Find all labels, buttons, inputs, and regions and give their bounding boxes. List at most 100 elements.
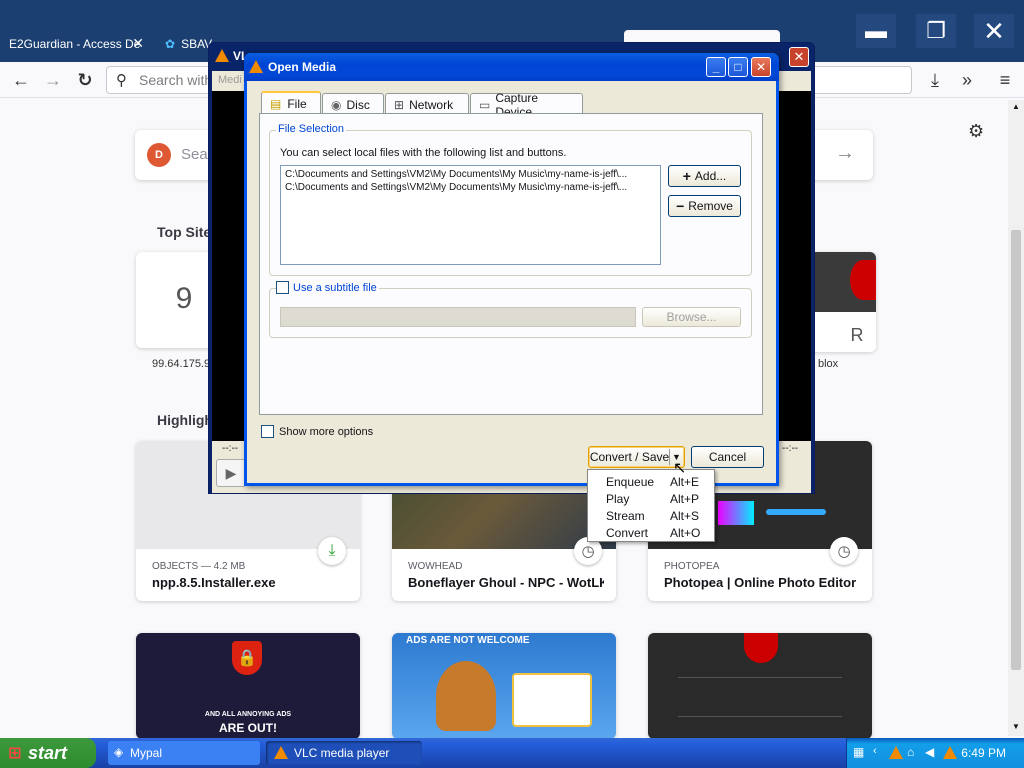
maximize-icon[interactable]: □ (728, 57, 748, 77)
tab-label: Network (409, 97, 454, 112)
menu-item-shortcut: Alt+S (670, 508, 700, 523)
subtitle-group: Use a subtitle file Browse... (269, 281, 752, 338)
minus-icon: − (676, 198, 685, 214)
vlc-cone-icon (274, 746, 288, 759)
start-label: start (28, 742, 68, 763)
tab-file[interactable]: ▤ File (261, 91, 321, 115)
network-tray-icon[interactable]: ⌂ (907, 745, 914, 759)
convert-save-label: Convert / Save (589, 450, 670, 464)
menu-item-label: Convert (606, 525, 649, 540)
menu-item-shortcut: Alt+P (670, 491, 700, 506)
lock-shield-icon: 🔒 (232, 641, 262, 675)
scroll-down-icon[interactable]: ▼ (1012, 722, 1020, 731)
vlc-time-elapsed: --:-- (222, 443, 239, 454)
add-button[interactable]: + Add... (668, 165, 741, 187)
menu-item-stream[interactable]: Stream Alt+S (590, 507, 712, 524)
windows-logo-icon: ⊞ (8, 745, 22, 762)
menu-item-convert[interactable]: Convert Alt+O (590, 524, 712, 541)
card-title: ARE OUT! (219, 721, 277, 735)
subtitle-checkbox[interactable] (276, 281, 289, 294)
cancel-button[interactable]: Cancel (691, 446, 764, 468)
list-item[interactable]: C:\Documents and Settings\VM2\My Documen… (285, 181, 656, 194)
remove-label: Remove (688, 199, 733, 213)
show-more-checkbox[interactable] (261, 425, 274, 438)
overflow-icon[interactable]: » (954, 68, 980, 92)
card-text-block (678, 677, 842, 717)
top-site-letter: R (838, 318, 876, 352)
subtitle-path-field (280, 307, 636, 327)
subtitle-checkbox-row[interactable]: Use a subtitle file (276, 281, 379, 294)
minimize-icon[interactable]: ▬ (856, 14, 896, 48)
menu-item-enqueue[interactable]: Enqueue Alt+E (590, 473, 712, 490)
dialog-titlebar[interactable]: Open Media _ □ ✕ (244, 53, 779, 81)
duckduckgo-icon: D (147, 143, 171, 167)
bottom-card[interactable] (648, 633, 872, 739)
taskbar-item-active[interactable]: VLC media player (266, 741, 422, 765)
file-selection-hint: You can select local files with the foll… (280, 147, 567, 159)
convert-save-button[interactable]: Convert / Save ▼ (588, 446, 685, 468)
subtitle-label: Use a subtitle file (293, 281, 377, 294)
chevron-left-icon[interactable]: ‹ (873, 745, 877, 757)
tab-label: Disc (346, 97, 370, 112)
highlight-title: npp.8.5.Installer.exe (152, 575, 276, 590)
file-icon: ▤ (270, 97, 282, 111)
vlc-tray-icon[interactable] (889, 746, 903, 759)
url-placeholder: Search with (139, 72, 213, 88)
browser-tab[interactable]: E2Guardian - Access De ✕ (0, 30, 152, 58)
menu-icon[interactable]: ≡ (992, 68, 1018, 92)
vlc-media-menu[interactable]: Medi (218, 74, 242, 86)
tab-disc[interactable]: ◉ Disc (322, 93, 384, 115)
search-arrow-icon[interactable]: → (835, 142, 855, 165)
add-label: Add... (694, 169, 727, 183)
forward-icon[interactable]: → (40, 68, 66, 92)
close-icon[interactable]: ✕ (751, 57, 771, 77)
vlc-close-icon[interactable]: ✕ (789, 47, 809, 67)
show-more-row[interactable]: Show more options (261, 425, 373, 438)
bottom-card[interactable]: ADS ARE NOT WELCOME (392, 633, 616, 739)
bottom-card[interactable]: 🔒 AND ALL ANNOYING ADS ARE OUT! (136, 633, 360, 739)
restore-icon[interactable]: ❐ (916, 14, 956, 48)
taskbar-item[interactable]: ◈ Mypal (108, 741, 260, 765)
download-icon[interactable]: ⤓ (922, 68, 948, 92)
play-icon[interactable]: ▶ (216, 459, 246, 487)
list-item[interactable]: C:\Documents and Settings\VM2\My Documen… (285, 168, 656, 181)
tab-capture-device[interactable]: ▭ Capture Device (470, 91, 583, 119)
start-button[interactable]: ⊞ start (0, 738, 96, 768)
close-tab-icon[interactable]: ✕ (132, 35, 144, 52)
highlight-meta: WOWHEAD (408, 561, 463, 572)
vlc-cone-icon (249, 60, 263, 73)
mypal-icon: ◈ (114, 745, 124, 759)
brush-stroke (766, 509, 826, 515)
close-icon[interactable]: ✕ (974, 14, 1014, 48)
menu-item-play[interactable]: Play Alt+P (590, 490, 712, 507)
stop-hand-icon (850, 260, 876, 300)
convert-dropdown-menu: Enqueue Alt+E Play Alt+P Stream Alt+S Co… (587, 469, 715, 542)
taskbar-item-label: VLC media player (294, 746, 390, 760)
menu-item-label: Stream (606, 508, 645, 523)
system-tray: ▦ ‹ ⌂ ◀ 6:49 PM (846, 738, 1024, 768)
menu-item-label: Play (606, 491, 630, 506)
keyboard-icon[interactable]: ▦ (853, 745, 864, 759)
volume-icon[interactable]: ◀ (925, 745, 934, 759)
tab-network[interactable]: ⊞ Network (385, 93, 469, 115)
file-selection-group: File Selection You can select local file… (269, 123, 752, 276)
back-icon[interactable]: ← (8, 68, 34, 92)
menu-item-shortcut: Alt+O (670, 525, 701, 540)
file-list[interactable]: C:\Documents and Settings\VM2\My Documen… (280, 165, 661, 265)
file-tab-panel: File Selection You can select local file… (259, 113, 763, 415)
page-scrollbar[interactable]: ▲ ▼ (1008, 100, 1024, 736)
vlc-tray-icon[interactable] (943, 746, 957, 759)
highlight-meta: PHOTOPEA (664, 561, 720, 572)
gear-icon[interactable]: ⚙ (968, 121, 984, 142)
disc-icon: ◉ (331, 97, 342, 112)
reload-icon[interactable]: ↻ (72, 68, 98, 92)
card-subtitle: AND ALL ANNOYING ADS (204, 711, 292, 718)
scrollbar-thumb[interactable] (1011, 230, 1021, 670)
tab-label: E2Guardian - Access De (9, 37, 141, 51)
minimize-icon[interactable]: _ (706, 57, 726, 77)
remove-button[interactable]: − Remove (668, 195, 741, 217)
scroll-up-icon[interactable]: ▲ (1012, 102, 1020, 111)
stop-hand-icon (744, 633, 778, 663)
download-badge-icon: ⤓ (318, 537, 346, 565)
browse-label: Browse... (666, 310, 717, 324)
